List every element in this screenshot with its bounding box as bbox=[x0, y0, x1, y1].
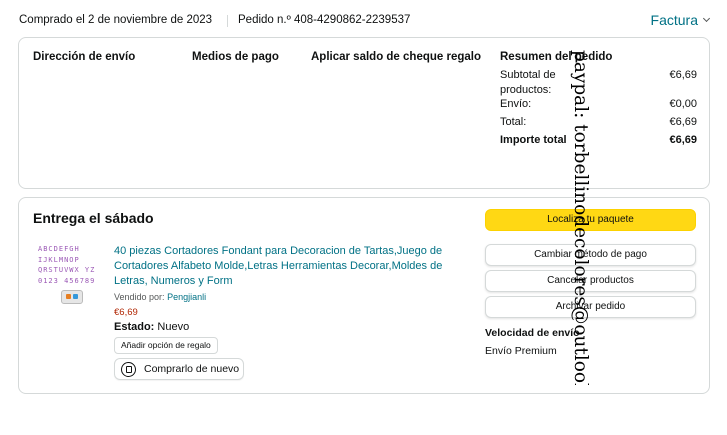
add-gift-option-button[interactable]: Añadir opción de regalo bbox=[114, 337, 218, 354]
summary-subtotal-value: €6,69 bbox=[669, 69, 697, 81]
invoice-label: Factura bbox=[650, 12, 698, 28]
summary-total-value: €6,69 bbox=[669, 116, 697, 128]
seller-prefix: Vendido por: bbox=[114, 292, 165, 302]
product-thumbnail-letters: ABCDEFGH IJKLMNOP QRSTUVWX YZ 0123 45678… bbox=[38, 245, 96, 285]
seller-line: Vendido por: Pengjianli bbox=[114, 292, 206, 302]
header-divider bbox=[227, 15, 228, 27]
delivery-card: Entrega el sábado ABCDEFGH IJKLMNOP QRST… bbox=[18, 197, 710, 394]
buy-again-icon bbox=[121, 361, 136, 377]
shipping-speed-value: Envío Premium bbox=[485, 345, 557, 357]
purchase-date: Comprado el 2 de noviembre de 2023 bbox=[19, 14, 213, 26]
product-state: Estado: Nuevo bbox=[114, 321, 189, 333]
product-title-link[interactable]: 40 piezas Cortadores Fondant para Decora… bbox=[114, 244, 444, 289]
state-value: Nuevo bbox=[157, 321, 190, 333]
state-label: Estado: bbox=[114, 321, 155, 333]
seller-link[interactable]: Pengjianli bbox=[167, 292, 206, 302]
summary-grand-total-value: €6,69 bbox=[669, 134, 697, 146]
watermark-text: paypal: torbellinodecolores@outlook.es bbox=[570, 50, 591, 385]
chevron-down-icon bbox=[702, 14, 711, 22]
cutter-tool-image bbox=[61, 290, 83, 304]
order-number: Pedido n.º 408-4290862-2239537 bbox=[238, 14, 411, 26]
delivery-title: Entrega el sábado bbox=[33, 210, 154, 226]
gift-balance-heading: Aplicar saldo de cheque regalo bbox=[311, 51, 481, 63]
order-info-card: Dirección de envío Medios de pago Aplica… bbox=[18, 37, 710, 189]
product-thumbnail[interactable]: ABCDEFGH IJKLMNOP QRSTUVWX YZ 0123 45678… bbox=[35, 242, 113, 312]
buy-again-label: Comprarlo de nuevo bbox=[144, 363, 240, 375]
payment-methods-heading: Medios de pago bbox=[192, 51, 279, 63]
buy-again-button[interactable]: Comprarlo de nuevo bbox=[114, 358, 244, 380]
shipping-address-heading: Dirección de envío bbox=[33, 51, 136, 63]
order-header-bar: Comprado el 2 de noviembre de 2023 Pedid… bbox=[19, 12, 711, 30]
invoice-dropdown[interactable]: Factura bbox=[650, 12, 711, 28]
watermark-overlay: paypal: torbellinodecolores@outlook.es bbox=[551, 50, 595, 385]
product-price: €6,69 bbox=[114, 307, 138, 318]
summary-shipping-value: €0,00 bbox=[669, 98, 697, 110]
